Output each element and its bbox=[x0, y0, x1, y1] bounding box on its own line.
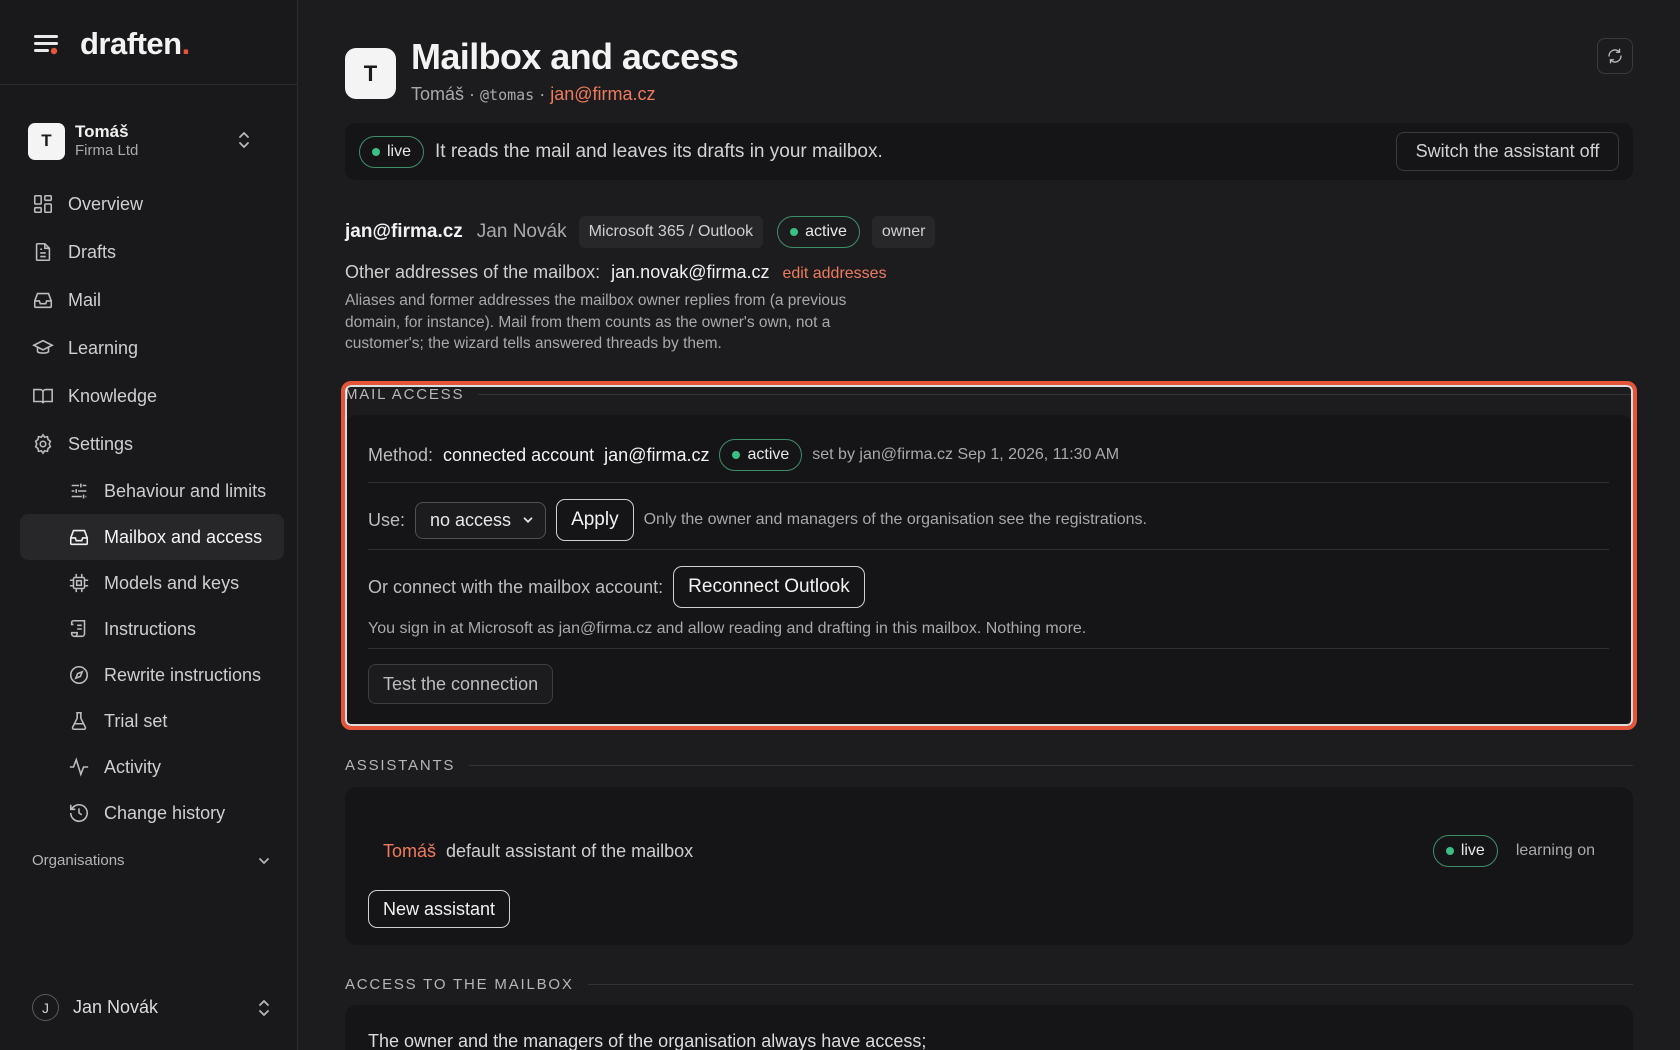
document-icon bbox=[35, 242, 51, 262]
inbox-icon bbox=[69, 529, 89, 546]
sliders-icon bbox=[71, 483, 87, 499]
aliases-value: jan.novak@firma.cz bbox=[611, 262, 770, 282]
scroll-icon bbox=[70, 619, 86, 638]
sidebar-item-label: Instructions bbox=[104, 618, 197, 639]
aliases-help-text: Aliases and former addresses the mailbox… bbox=[345, 292, 847, 353]
sidebar-item-instructions[interactable]: Instructions bbox=[20, 606, 284, 652]
mailbox-owner-name: Jan Novák bbox=[476, 221, 567, 242]
role-tag: owner bbox=[871, 216, 936, 248]
sidebar-item-label: Settings bbox=[68, 433, 134, 454]
flask-icon bbox=[71, 711, 87, 731]
sidebar-item-label: Models and keys bbox=[104, 572, 240, 593]
new-assistant-button[interactable]: New assistant bbox=[368, 890, 511, 928]
switch-assistant-off-button[interactable]: Switch the assistant off bbox=[1396, 132, 1619, 171]
edit-addresses-link[interactable]: edit addresses bbox=[783, 265, 887, 282]
sidebar-item-label: Knowledge bbox=[68, 385, 158, 406]
org-switcher[interactable]: T Tomáš Firma Ltd bbox=[28, 116, 272, 166]
sidebar-item-learning[interactable]: Learning bbox=[20, 324, 284, 372]
gear-icon bbox=[34, 433, 52, 455]
assistant-email-link[interactable]: jan@firma.cz bbox=[550, 84, 655, 104]
sidebar: draften. T Tomáš Firma Ltd Overview Draf… bbox=[0, 0, 298, 1050]
sidebar-item-label: Change history bbox=[104, 802, 226, 823]
assistant-handle: @tomas bbox=[480, 86, 535, 104]
refresh-button[interactable] bbox=[1597, 38, 1633, 74]
activity-icon bbox=[69, 757, 89, 777]
org-name: Tomáš bbox=[75, 122, 129, 141]
sidebar-item-label: Mail bbox=[68, 289, 102, 310]
sidebar-item-trial-set[interactable]: Trial set bbox=[20, 698, 284, 744]
sidebar-item-label: Learning bbox=[68, 337, 139, 358]
sidebar-nav: Overview Drafts Mail Learning Knowledge … bbox=[20, 180, 284, 836]
mailbox-email: jan@firma.cz bbox=[345, 221, 463, 242]
sidebar-item-change-history[interactable]: Change history bbox=[20, 790, 284, 836]
sidebar-item-label: Overview bbox=[68, 193, 144, 214]
sidebar-item-label: Trial set bbox=[104, 710, 168, 731]
assistants-card: Tomáš default assistant of the mailbox l… bbox=[345, 787, 1633, 945]
page-subtitle: Tomáš · @tomas · jan@firma.cz bbox=[411, 84, 656, 104]
mailbox-summary: jan@firma.cz Jan Novák Microsoft 365 / O… bbox=[345, 216, 936, 248]
organisations-toggle[interactable]: Organisations bbox=[32, 852, 272, 869]
sidebar-item-settings[interactable]: Settings bbox=[20, 420, 284, 468]
sidebar-item-label: Rewrite instructions bbox=[104, 664, 262, 685]
sidebar-item-models-and-keys[interactable]: Models and keys bbox=[20, 560, 284, 606]
aliases-label: Other addresses of the mailbox: bbox=[345, 262, 601, 282]
assistant-row-desc: default assistant of the mailbox bbox=[446, 840, 694, 861]
access-to-mailbox-card: The owner and the managers of the organi… bbox=[345, 1005, 1633, 1050]
graduation-cap-icon bbox=[32, 339, 54, 354]
history-icon bbox=[69, 804, 89, 822]
brand: draften. bbox=[32, 26, 190, 62]
refresh-icon bbox=[1608, 48, 1622, 64]
sidebar-item-knowledge[interactable]: Knowledge bbox=[20, 372, 284, 420]
sidebar-item-mail[interactable]: Mail bbox=[20, 276, 284, 324]
logo[interactable]: draften. bbox=[80, 26, 190, 62]
mailbox-aliases: Other addresses of the mailbox: jan.nova… bbox=[345, 262, 887, 283]
user-switcher[interactable]: J Jan Novák bbox=[32, 994, 272, 1021]
assistants-heading: ASSISTANTS bbox=[345, 757, 1633, 774]
assistant-row[interactable]: Tomáš default assistant of the mailbox l… bbox=[383, 831, 1595, 871]
status-text: It reads the mail and leaves its drafts … bbox=[435, 141, 883, 162]
sidebar-item-label: Activity bbox=[104, 756, 162, 777]
sidebar-item-behaviour-and-limits[interactable]: Behaviour and limits bbox=[20, 468, 284, 514]
cpu-icon bbox=[69, 573, 89, 593]
inbox-icon bbox=[33, 292, 53, 309]
compass-icon bbox=[69, 665, 89, 685]
assistant-status-bar: live It reads the mail and leaves its dr… bbox=[345, 123, 1633, 180]
org-company: Firma Ltd bbox=[75, 142, 139, 160]
chevron-up-down-icon bbox=[236, 130, 252, 150]
divider bbox=[0, 84, 298, 85]
mailbox-state-badge: active bbox=[777, 216, 860, 248]
highlight-frame bbox=[341, 381, 1637, 730]
org-avatar: T bbox=[28, 122, 65, 160]
sidebar-item-label: Mailbox and access bbox=[104, 526, 263, 547]
page-title: Mailbox and access bbox=[411, 36, 739, 77]
access-text: The owner and the managers of the organi… bbox=[368, 1030, 927, 1050]
learning-status: learning on bbox=[1515, 842, 1595, 859]
user-avatar: J bbox=[32, 994, 59, 1021]
assistant-avatar: T bbox=[345, 48, 396, 99]
sidebar-item-label: Drafts bbox=[68, 241, 117, 262]
organisations-label: Organisations bbox=[32, 852, 125, 869]
sidebar-item-label: Behaviour and limits bbox=[104, 480, 267, 501]
user-name: Jan Novák bbox=[73, 997, 159, 1017]
sidebar-item-activity[interactable]: Activity bbox=[20, 744, 284, 790]
sidebar-item-drafts[interactable]: Drafts bbox=[20, 228, 284, 276]
book-icon bbox=[33, 388, 53, 404]
new-assistant-row: New assistant bbox=[368, 889, 1609, 929]
sidebar-item-rewrite-instructions[interactable]: Rewrite instructions bbox=[20, 652, 284, 698]
assistant-row-name[interactable]: Tomáš bbox=[383, 841, 436, 862]
provider-tag: Microsoft 365 / Outlook bbox=[578, 216, 764, 248]
assistant-name: Tomáš bbox=[411, 84, 465, 104]
status-badge: live bbox=[359, 136, 425, 168]
access-to-mailbox-heading: ACCESS TO THE MAILBOX bbox=[345, 976, 1633, 993]
chevron-down-icon bbox=[259, 857, 269, 864]
assistant-live-badge: live bbox=[1432, 835, 1498, 867]
sidebar-item-mailbox-and-access[interactable]: Mailbox and access bbox=[20, 514, 284, 560]
sidebar-item-overview[interactable]: Overview bbox=[20, 180, 284, 228]
chevron-up-down-icon bbox=[256, 998, 272, 1018]
grid-icon bbox=[33, 194, 53, 214]
menu-icon[interactable] bbox=[32, 30, 60, 58]
